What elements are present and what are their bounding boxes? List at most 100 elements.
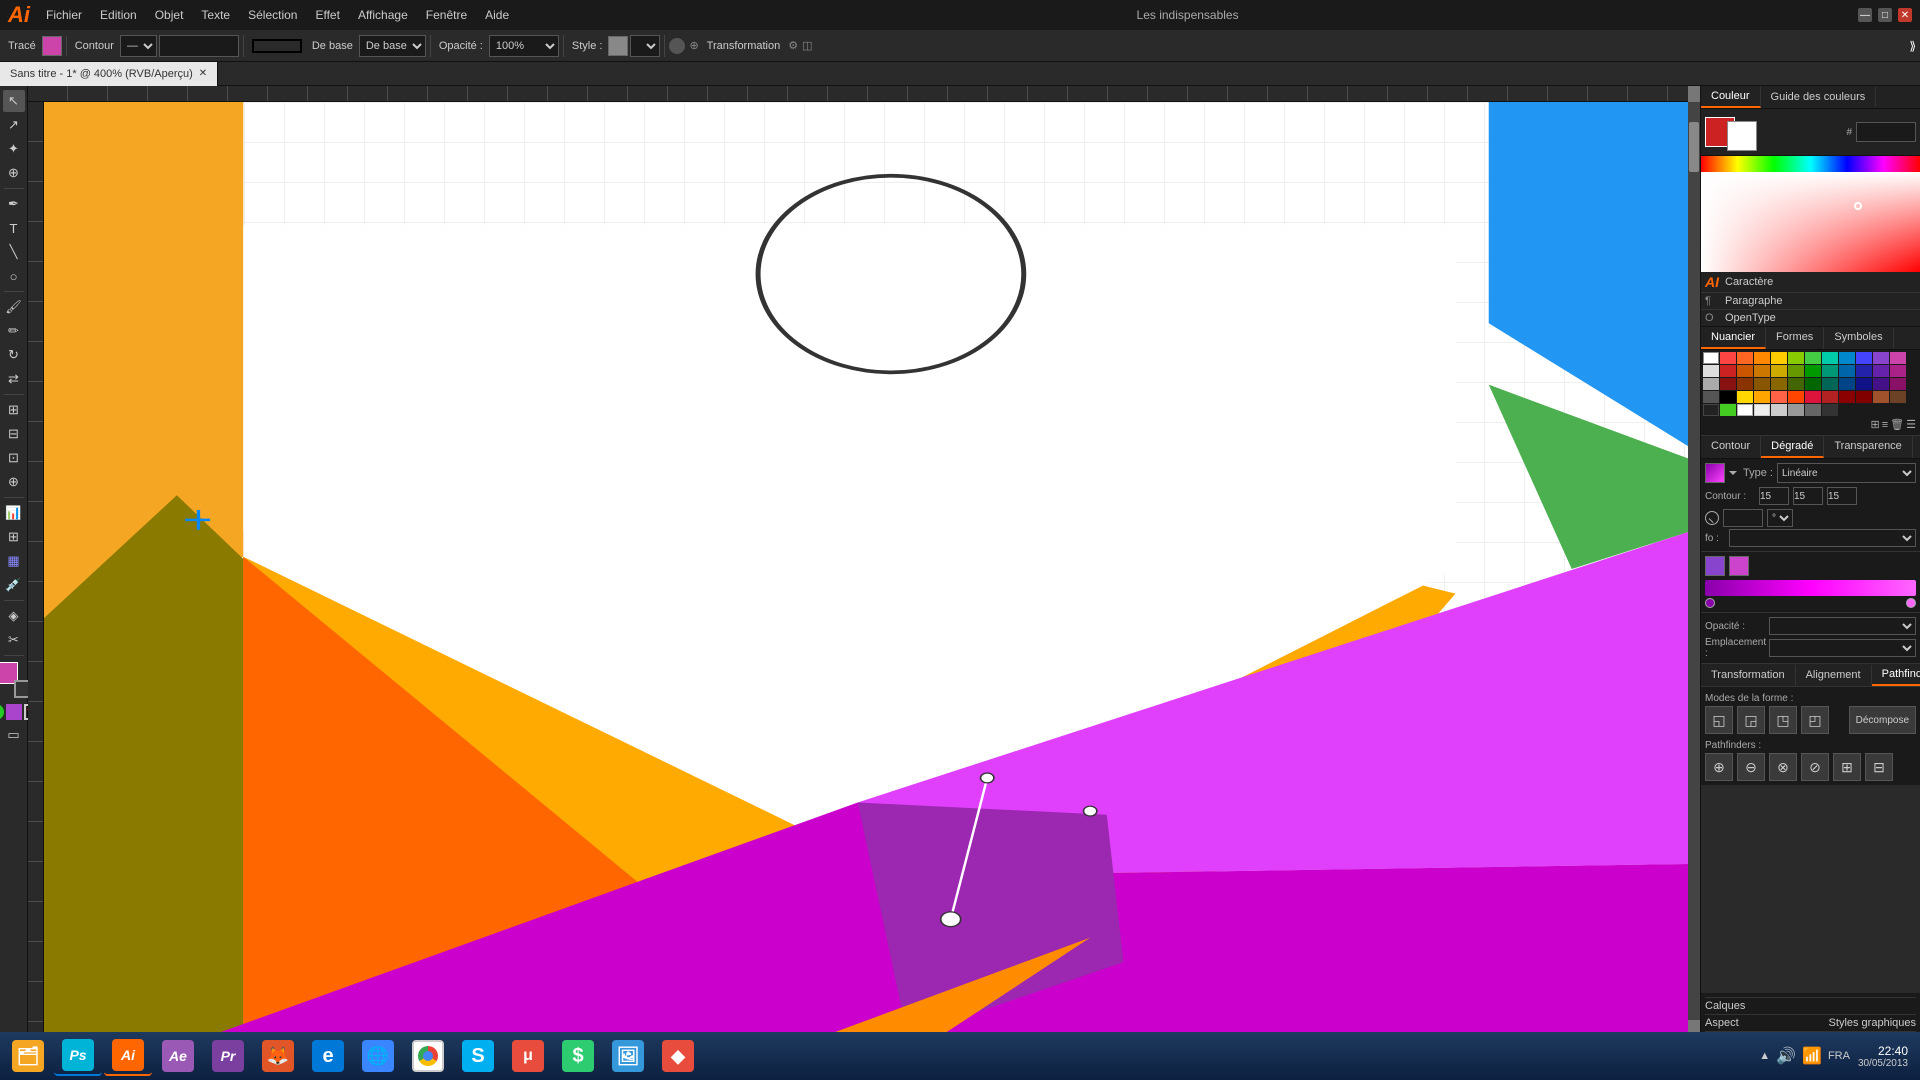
swatch-dark-gray[interactable] bbox=[1703, 391, 1719, 403]
swatch-dark-olive[interactable] bbox=[1788, 378, 1804, 390]
swatch-light-gray2[interactable] bbox=[1771, 404, 1787, 416]
align-icon[interactable]: ⊕ bbox=[689, 39, 698, 52]
swatch-delete-btn[interactable]: 🗑 bbox=[1890, 418, 1904, 431]
swatch-magenta[interactable] bbox=[1890, 352, 1906, 364]
swatch-firebrick[interactable] bbox=[1822, 391, 1838, 403]
style-swatch[interactable] bbox=[608, 36, 628, 56]
swatch-near-white[interactable] bbox=[1754, 404, 1770, 416]
color-picker-area[interactable] bbox=[1701, 172, 1920, 272]
contour-val1[interactable] bbox=[1759, 487, 1789, 505]
text-tool[interactable]: T bbox=[3, 217, 25, 239]
swatch-gray[interactable] bbox=[1703, 378, 1719, 390]
swatch-options-btn[interactable]: ≡ bbox=[1882, 419, 1888, 431]
taskbar-money[interactable]: $ bbox=[554, 1036, 602, 1076]
panel-toggle[interactable]: ⟫ bbox=[1909, 39, 1916, 53]
swatch-bright-green[interactable] bbox=[1720, 404, 1736, 416]
swatch-white2[interactable] bbox=[1737, 404, 1753, 416]
fill-color-box[interactable] bbox=[42, 36, 62, 56]
taskbar-aftereffects[interactable]: Ae bbox=[154, 1036, 202, 1076]
grad-stop-left[interactable] bbox=[1705, 556, 1725, 576]
swatch-forest[interactable] bbox=[1805, 378, 1821, 390]
taskbar-firefox[interactable]: 🦊 bbox=[254, 1036, 302, 1076]
taskbar-explorer[interactable]: 🗂 bbox=[4, 1036, 52, 1076]
swatch-orange2[interactable] bbox=[1754, 391, 1770, 403]
eyedropper-tool[interactable]: 💉 bbox=[3, 574, 25, 596]
lasso-tool[interactable]: ⊕ bbox=[3, 162, 25, 184]
close-button[interactable]: ✕ bbox=[1898, 8, 1912, 22]
hex-color-input[interactable]: 54DA2D bbox=[1856, 122, 1916, 142]
swatch-gold[interactable] bbox=[1771, 365, 1787, 377]
pf-trim[interactable]: ⊟ bbox=[1865, 753, 1893, 781]
menu-effet[interactable]: Effet bbox=[307, 6, 347, 24]
swatch-dark-red[interactable] bbox=[1720, 365, 1736, 377]
menu-objet[interactable]: Objet bbox=[147, 6, 192, 24]
taskbar-premiere[interactable]: Pr bbox=[204, 1036, 252, 1076]
pf-mode-1[interactable]: ◱ bbox=[1705, 706, 1733, 734]
swatch-very-dark[interactable] bbox=[1703, 404, 1719, 416]
direct-selection-tool[interactable]: ↗ bbox=[3, 114, 25, 136]
line-tool[interactable]: ╲ bbox=[3, 241, 25, 263]
rotate-tool[interactable]: ↻ bbox=[3, 344, 25, 366]
grad-stop-right[interactable] bbox=[1729, 556, 1749, 576]
grad-marker-right[interactable] bbox=[1906, 598, 1916, 608]
fo-select[interactable] bbox=[1729, 529, 1916, 547]
swatch-dark-green[interactable] bbox=[1805, 365, 1821, 377]
gradient-dropdown-arrow[interactable] bbox=[1729, 463, 1739, 483]
taskbar-pictures[interactable]: 🖼 bbox=[604, 1036, 652, 1076]
angle-input[interactable]: 243° bbox=[1723, 509, 1763, 527]
swatch-white[interactable] bbox=[1703, 352, 1719, 364]
style-select[interactable] bbox=[630, 35, 660, 57]
swatch-dark-blue2[interactable] bbox=[1839, 378, 1855, 390]
scale-tool[interactable]: ⊞ bbox=[3, 399, 25, 421]
contour-select[interactable]: — bbox=[120, 35, 157, 57]
tab-contour[interactable]: Contour bbox=[1701, 436, 1761, 458]
swatch-indigo[interactable] bbox=[1856, 378, 1872, 390]
grad-marker-left[interactable] bbox=[1705, 598, 1715, 608]
angle-select[interactable]: ° bbox=[1767, 509, 1793, 527]
swatch-yellow[interactable] bbox=[1771, 352, 1787, 364]
pf-mode-2[interactable]: ◲ bbox=[1737, 706, 1765, 734]
free-transform-tool[interactable]: ⊡ bbox=[3, 447, 25, 469]
swatch-sienna2[interactable] bbox=[1873, 391, 1889, 403]
document-tab[interactable]: Sans titre - 1* @ 400% (RVB/Aperçu) ✕ bbox=[0, 62, 218, 86]
swatch-dark-gray2[interactable] bbox=[1805, 404, 1821, 416]
contour-val2[interactable] bbox=[1793, 487, 1823, 505]
transform-icon2[interactable]: ◫ bbox=[802, 39, 812, 52]
menu-edition[interactable]: Edition bbox=[92, 6, 145, 24]
tab-transparence[interactable]: Transparence bbox=[1824, 436, 1912, 458]
swatch-olive[interactable] bbox=[1788, 365, 1804, 377]
taskbar-chrome[interactable] bbox=[404, 1036, 452, 1076]
gradient-tool[interactable]: ▦ bbox=[3, 550, 25, 572]
decompose-button[interactable]: Décompose bbox=[1849, 706, 1916, 734]
swatch-maroon[interactable] bbox=[1720, 378, 1736, 390]
taskbar-ie[interactable]: e bbox=[304, 1036, 352, 1076]
taskbar-torrent[interactable]: μ bbox=[504, 1036, 552, 1076]
swatch-menu-btn[interactable]: ☰ bbox=[1906, 418, 1916, 431]
swatch-red[interactable] bbox=[1720, 352, 1736, 364]
tab-alignment[interactable]: Alignement bbox=[1796, 665, 1872, 685]
swatch-purple[interactable] bbox=[1873, 352, 1889, 364]
menu-fichier[interactable]: Fichier bbox=[38, 6, 90, 24]
swatch-dark-brown[interactable] bbox=[1737, 378, 1753, 390]
gradient-preview-bar[interactable] bbox=[1705, 580, 1916, 596]
swatch-medium-blue[interactable] bbox=[1839, 365, 1855, 377]
hue-spectrum[interactable] bbox=[1701, 156, 1920, 172]
pf-minus[interactable]: ⊖ bbox=[1737, 753, 1765, 781]
pf-unite[interactable]: ⊕ bbox=[1705, 753, 1733, 781]
taskbar-app9[interactable]: ◆ bbox=[654, 1036, 702, 1076]
paragraph-link[interactable]: Paragraphe bbox=[1725, 295, 1783, 307]
network-icon[interactable]: 🔊 bbox=[1776, 1046, 1796, 1066]
swatch-dark-teal[interactable] bbox=[1822, 365, 1838, 377]
v-scrollbar[interactable] bbox=[1688, 102, 1700, 1020]
pf-intersect[interactable]: ⊗ bbox=[1769, 753, 1797, 781]
opacity-ctrl-select[interactable] bbox=[1769, 617, 1916, 635]
menu-selection[interactable]: Sélection bbox=[240, 6, 305, 24]
menu-texte[interactable]: Texte bbox=[193, 6, 238, 24]
swatch-orange-red[interactable] bbox=[1737, 352, 1753, 364]
swatch-mid-gray[interactable] bbox=[1788, 404, 1804, 416]
pen-tool[interactable]: ✒ bbox=[3, 193, 25, 215]
tab-transformation[interactable]: Transformation bbox=[1701, 665, 1796, 685]
mesh-tool[interactable]: ⊞ bbox=[3, 526, 25, 548]
swatch-dark-teal2[interactable] bbox=[1822, 378, 1838, 390]
swatch-darkred[interactable] bbox=[1839, 391, 1855, 403]
